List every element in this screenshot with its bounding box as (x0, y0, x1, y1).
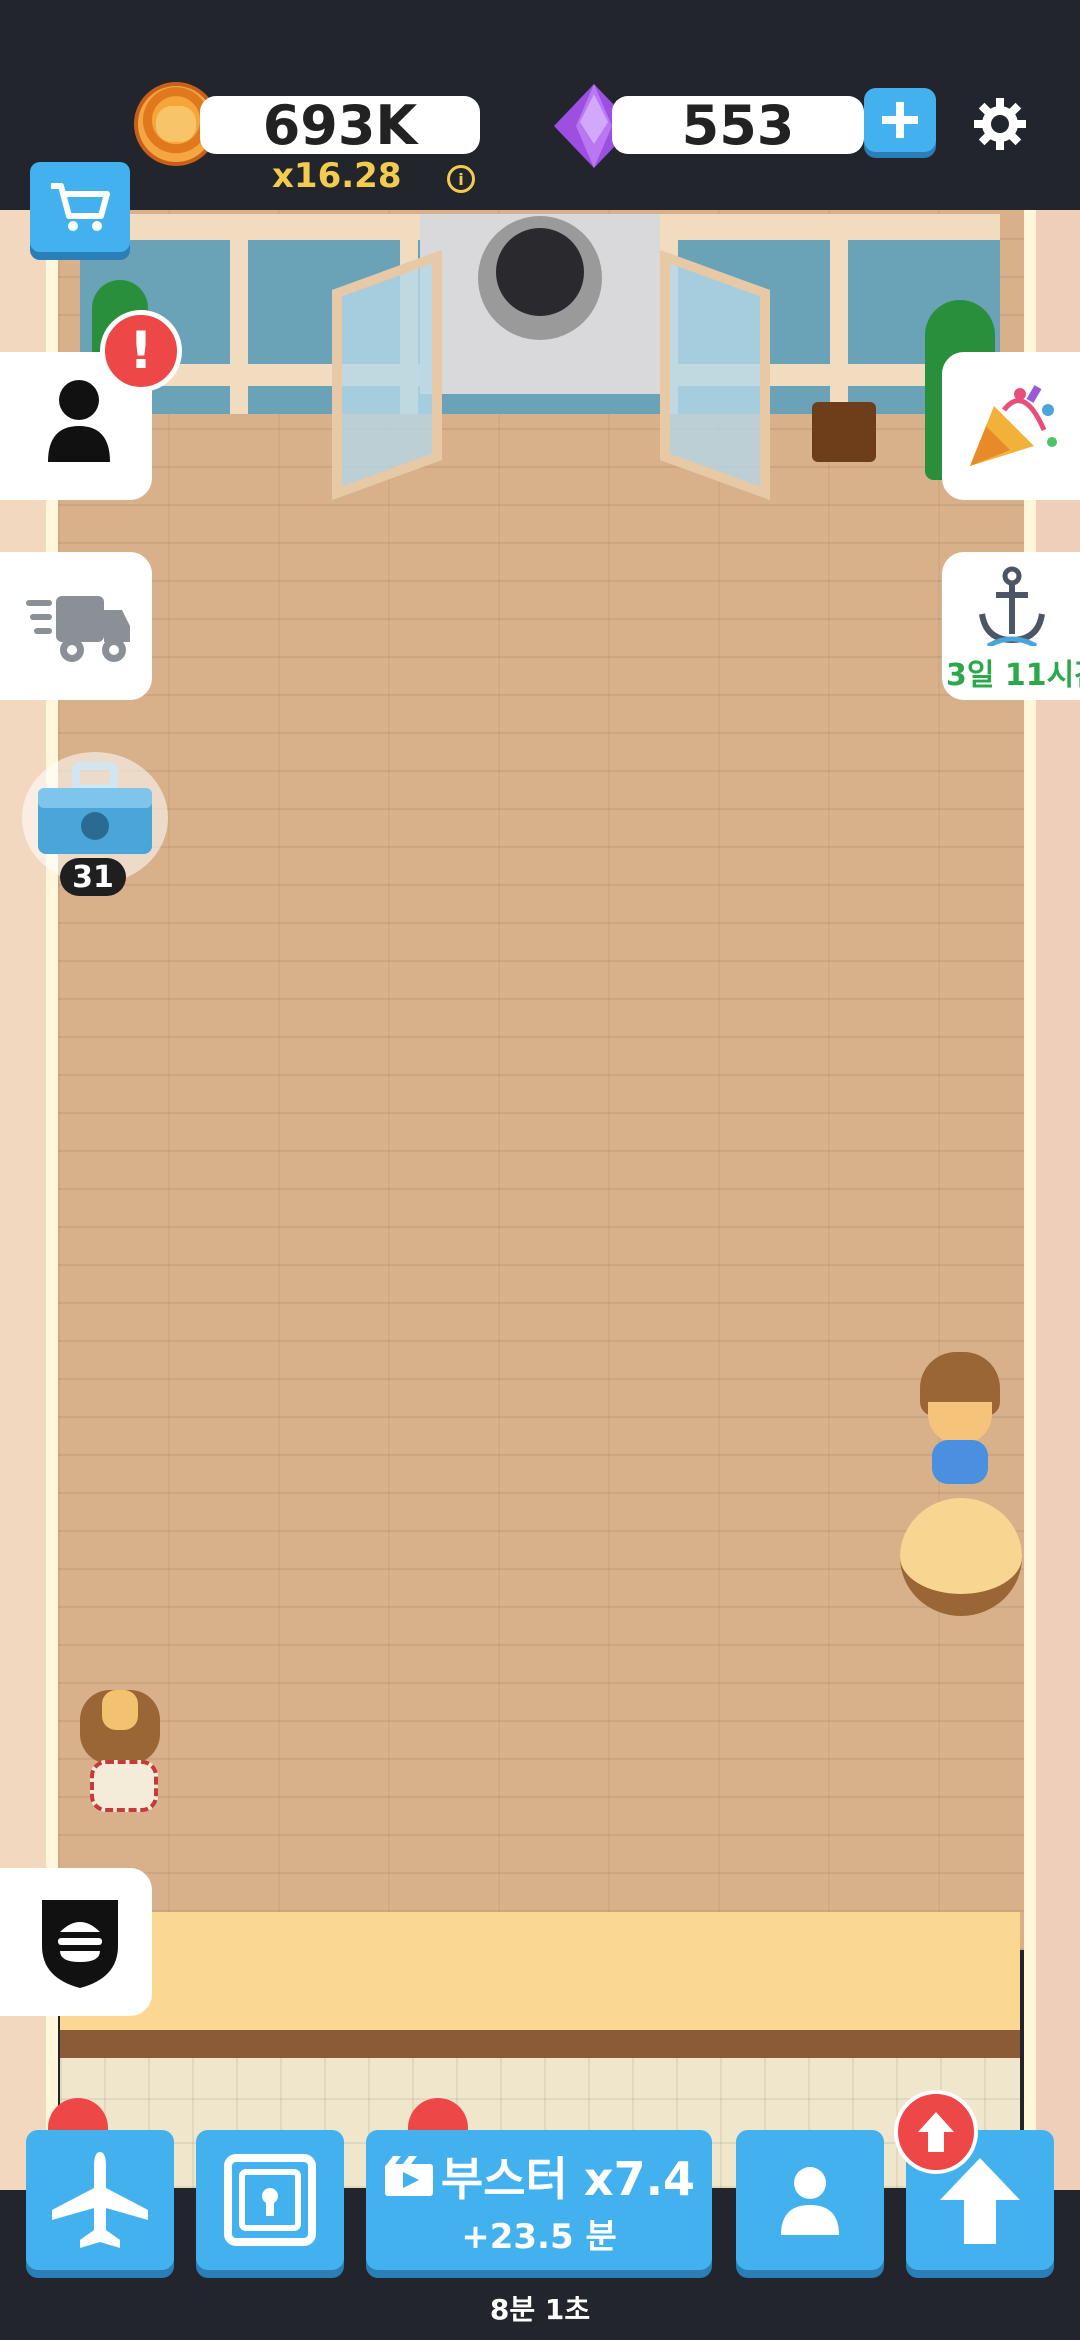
cart-icon (51, 183, 110, 231)
wooden-chair (812, 402, 876, 462)
video-ad-icon (384, 2155, 433, 2196)
service-counter (60, 1912, 1020, 2032)
add-gems-button[interactable] (864, 88, 936, 152)
right-wall (1024, 210, 1080, 2210)
door-right (660, 249, 770, 501)
round-table (900, 1498, 1022, 1616)
toolbox-icon (38, 762, 152, 854)
manager-button[interactable] (736, 2130, 884, 2270)
burger-shield-icon (42, 1900, 118, 1988)
upgrade-alert-badge (894, 2090, 978, 2174)
booster-button[interactable]: 부스터 x7.4 +23.5 분 (366, 2130, 712, 2270)
burger-badge-card[interactable] (0, 1868, 152, 2016)
booster-label: 부스터 x7.4 (440, 2151, 696, 2206)
anchor-event-card[interactable]: 3일 11시간 (942, 552, 1080, 700)
gear-icon[interactable] (972, 96, 1028, 152)
toolbox-count: 31 (60, 858, 126, 896)
travel-button[interactable] (26, 2130, 174, 2270)
coin-counter: 693K (200, 93, 480, 157)
gem-amount: 553 (681, 93, 795, 157)
vault-button[interactable] (196, 2130, 344, 2270)
coin-amount: 693K (262, 93, 418, 157)
customer-walking (80, 1690, 160, 1812)
event-timer: 3일 11시간 (946, 658, 1080, 693)
gem-counter: 553 (612, 93, 864, 157)
person-icon (781, 2167, 839, 2235)
bottom-timer: 8분 1초 (489, 2293, 591, 2326)
toolbox-button[interactable]: 31 (22, 752, 168, 896)
delivery-card[interactable] (0, 552, 152, 700)
event-card[interactable] (942, 352, 1080, 500)
ceiling-lamp-core (496, 228, 584, 316)
arrow-up-icon (918, 2112, 954, 2152)
door-left (332, 249, 442, 501)
party-popper-icon (970, 385, 1057, 466)
shop-button[interactable] (30, 162, 130, 252)
anchor-icon (979, 566, 1045, 646)
restaurant-floor (58, 210, 1024, 1950)
plus-icon (882, 102, 918, 138)
booster-bonus: +23.5 분 (461, 2216, 617, 2257)
income-multiplier: x16.28 (272, 156, 402, 196)
info-icon[interactable]: i (447, 165, 475, 193)
safe-icon (224, 2154, 316, 2246)
person-icon (48, 380, 110, 462)
customer-seated (920, 1352, 1000, 1492)
counter-edge (60, 2030, 1020, 2058)
truck-icon (26, 596, 130, 662)
airplane-icon (52, 2152, 148, 2248)
alert-badge: ! (100, 310, 182, 392)
